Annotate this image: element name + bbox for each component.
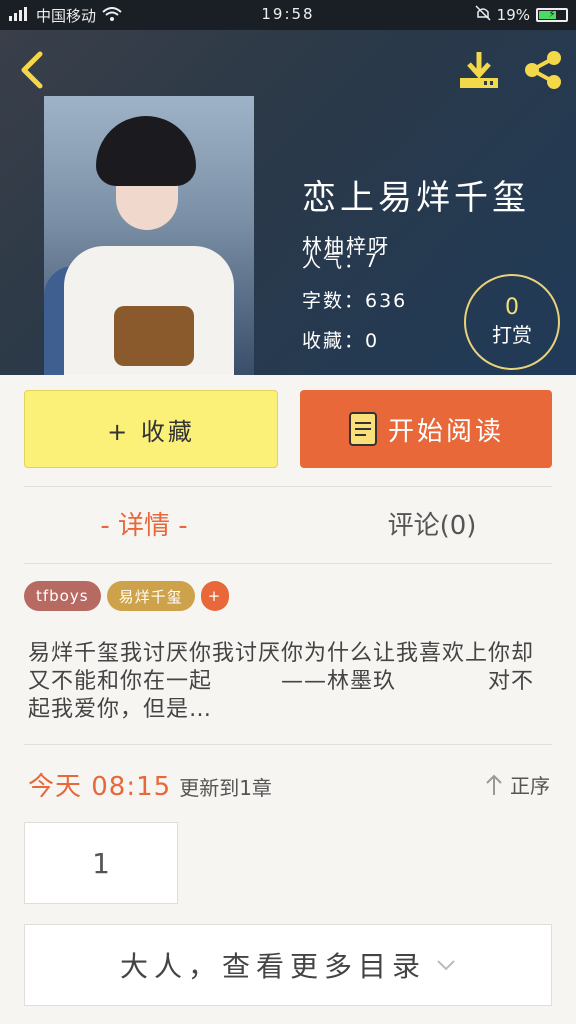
- reward-button[interactable]: 0 打赏: [464, 274, 560, 370]
- view-more-catalog-button[interactable]: 大人，查看更多目录: [24, 924, 552, 1006]
- chapter-item[interactable]: 1: [24, 822, 178, 904]
- update-text: 更新到1章: [179, 776, 272, 800]
- arrow-up-icon: [486, 774, 502, 795]
- reward-label: 打赏: [492, 323, 532, 347]
- book-cover-image: [44, 96, 254, 375]
- book-icon: [348, 412, 377, 446]
- battery-percent: 19%: [496, 6, 530, 24]
- update-time: 今天 08:15: [28, 772, 172, 802]
- read-label: 开始阅读: [387, 416, 504, 447]
- more-catalog-label: 大人，查看更多目录: [119, 950, 426, 983]
- popularity-stat: 人气：7: [302, 250, 380, 272]
- sort-label: 正序: [510, 774, 550, 798]
- share-button[interactable]: [520, 48, 566, 92]
- book-header: 恋上易烊千玺 林柚梓呀 人气：7 字数：636 收藏：0 0 打赏: [0, 30, 576, 375]
- download-icon: [460, 52, 498, 88]
- tag-chip[interactable]: tfboys: [24, 581, 101, 611]
- status-bar: 中国移动 19:58 19% ⚡: [0, 0, 576, 30]
- download-button[interactable]: [456, 48, 502, 92]
- tab-comments[interactable]: 评论(0): [288, 505, 576, 542]
- back-button[interactable]: [14, 48, 54, 92]
- update-info: 今天 08:15 更新到1章: [28, 766, 272, 803]
- add-to-favorites-button[interactable]: + 收藏: [24, 390, 278, 468]
- word-count-stat: 字数：636: [302, 290, 408, 312]
- tag-list: tfboys 易烊千玺 +: [24, 581, 229, 611]
- favorites-stat: 收藏：0: [302, 330, 380, 352]
- divider: [24, 563, 552, 564]
- back-arrow-icon: [21, 51, 43, 89]
- chevron-down-icon: [437, 960, 455, 971]
- favorite-label: + 收藏: [107, 417, 195, 446]
- battery-icon: ⚡: [536, 8, 568, 22]
- start-reading-button[interactable]: 开始阅读: [300, 390, 552, 468]
- divider: [24, 744, 552, 745]
- mute-icon: [475, 5, 491, 25]
- tag-chip[interactable]: 易烊千玺: [106, 581, 195, 611]
- divider: [24, 486, 552, 487]
- share-icon: [525, 51, 561, 89]
- reward-count: 0: [505, 295, 519, 320]
- sort-order-button[interactable]: 正序: [484, 770, 550, 799]
- book-title: 恋上易烊千玺: [302, 178, 530, 218]
- add-tag-button[interactable]: +: [200, 581, 229, 611]
- book-synopsis[interactable]: 易烊千玺我讨厌你我讨厌你为什么让我喜欢上你却又不能和你在一起 ——林墨玖 对不起…: [28, 640, 550, 724]
- tab-details[interactable]: - 详情 -: [0, 505, 288, 542]
